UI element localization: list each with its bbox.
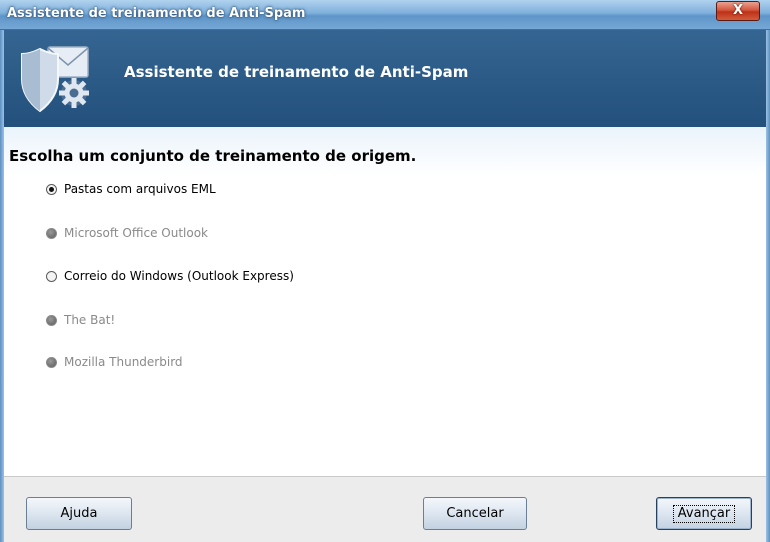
radio-ms-outlook[interactable]: [46, 227, 57, 239]
option-ms-outlook[interactable]: Microsoft Office Outlook: [46, 225, 208, 241]
radio-eml-folders[interactable]: [46, 183, 57, 195]
option-label: The Bat!: [64, 313, 116, 327]
option-label: Pastas com arquivos EML: [64, 182, 216, 196]
button-bar: Ajuda Cancelar Avançar: [4, 476, 766, 542]
section-heading: Escolha um conjunto de treinamento de or…: [9, 147, 417, 165]
help-button[interactable]: Ajuda: [26, 497, 132, 530]
option-eml-folders[interactable]: Pastas com arquivos EML: [46, 181, 216, 197]
option-thunderbird[interactable]: Mozilla Thunderbird: [46, 354, 183, 370]
header-title: Assistente de treinamento de Anti-Spam: [124, 63, 469, 81]
title-bar[interactable]: Assistente de treinamento de Anti-Spam X: [0, 0, 770, 30]
option-windows-mail[interactable]: Correio do Windows (Outlook Express): [46, 268, 294, 284]
wizard-content: Escolha um conjunto de treinamento de or…: [4, 127, 766, 476]
next-button[interactable]: Avançar: [656, 497, 752, 530]
close-icon: X: [732, 3, 744, 18]
radio-windows-mail[interactable]: [46, 270, 57, 282]
window-title: Assistente de treinamento de Anti-Spam: [7, 6, 306, 21]
wizard-header: Assistente de treinamento de Anti-Spam: [4, 30, 766, 127]
option-label: Mozilla Thunderbird: [64, 355, 183, 369]
option-the-bat[interactable]: The Bat!: [46, 312, 115, 328]
next-button-label: Avançar: [672, 505, 736, 523]
close-button[interactable]: X: [716, 1, 760, 21]
option-label: Microsoft Office Outlook: [64, 226, 208, 240]
cancel-button[interactable]: Cancelar: [423, 497, 527, 530]
radio-thunderbird[interactable]: [46, 356, 57, 368]
wizard-window: Assistente de treinamento de Anti-Spam X: [0, 0, 770, 542]
radio-the-bat[interactable]: [46, 314, 57, 326]
shield-envelope-gear-icon: [21, 46, 89, 113]
option-label: Correio do Windows (Outlook Express): [64, 269, 294, 283]
window-frame-right: [766, 30, 770, 542]
